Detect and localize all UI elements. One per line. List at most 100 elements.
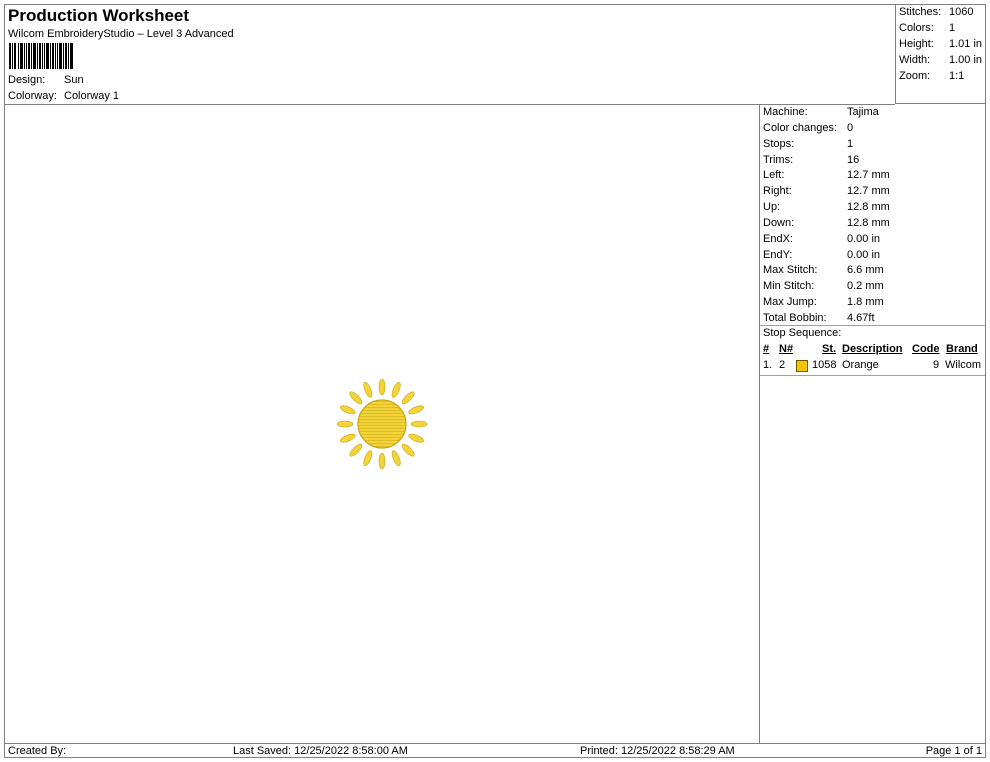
prop-endy: EndY: 0.00 in [763,249,880,261]
summary-value: 1060 [949,6,974,18]
col-header-description: Description [842,343,903,355]
prop-label: Stops: [763,138,795,150]
prop-value: 0.00 in [847,233,881,245]
sun-ray [408,405,424,415]
prop-value: 4.67ft [847,312,875,324]
design-preview [5,105,760,743]
summary-label: Height: [899,38,934,50]
prop-max-jump: Max Jump: 1.8 mm [763,296,884,308]
prop-value: 0 [847,122,854,134]
last-saved: Last Saved: 12/25/2022 8:58:00 AM [233,745,408,757]
col-header-number: # [763,343,770,355]
prop-label: Max Stitch: [763,264,818,276]
summary-value: 1 [949,22,956,34]
stop-row-description: Orange [842,359,879,371]
prop-value: 12.8 mm [847,217,890,229]
prop-machine: Machine: Tajima [763,106,879,118]
prop-label: Trims: [763,154,794,166]
printed-date: Printed: 12/25/2022 8:58:29 AM [580,745,735,757]
table-divider [760,375,985,376]
summary-row-colors: Colors: 1 [899,22,955,34]
worksheet-footer: Created By: Last Saved: 12/25/2022 8:58:… [5,743,985,759]
section-divider [760,325,985,326]
prop-value: 0.2 mm [847,280,884,292]
prop-value: Tajima [847,106,879,118]
prop-label: Down: [763,217,795,229]
worksheet-header: Production Worksheet Wilcom EmbroiderySt… [5,5,895,105]
barcode-icon [9,43,73,69]
page-title: Production Worksheet [8,6,190,25]
summary-value: 1.00 in [949,54,983,66]
sun-ray [401,391,415,405]
sun-ray [336,420,354,428]
sun-ray [410,420,428,428]
sun-design-icon [336,378,428,470]
sun-ray [401,443,415,457]
colorway-label: Colorway: [8,90,57,102]
prop-min-stitch: Min Stitch: 0.2 mm [763,280,884,292]
prop-label: Min Stitch: [763,280,815,292]
prop-label: Max Jump: [763,296,817,308]
stop-sequence-label: Stop Sequence: [763,327,842,339]
prop-color-changes: Color changes: 0 [763,122,853,134]
prop-trims: Trims: 16 [763,154,859,166]
sun-ray [340,405,356,415]
prop-up: Up: 12.8 mm [763,201,890,213]
stop-row-number: 1. [763,359,773,371]
sun-ray [378,452,386,470]
prop-total-bobbin: Total Bobbin: 4.67ft [763,312,875,324]
sun-ray [363,450,373,466]
colorway-row: Colorway: Colorway 1 [8,90,119,102]
prop-label: Left: [763,169,785,181]
prop-endx: EndX: 0.00 in [763,233,880,245]
design-row: Design: Sun [8,74,84,86]
prop-value: 12.7 mm [847,185,890,197]
prop-value: 1.8 mm [847,296,884,308]
col-header-needle: N# [779,343,794,355]
prop-value: 16 [847,154,860,166]
stop-row-brand: Wilcom [945,359,982,371]
software-name: Wilcom EmbroideryStudio – Level 3 Advanc… [8,28,234,40]
stop-row-code: 9 [933,359,940,371]
sun-ray [408,433,424,443]
properties-panel: Machine: Tajima Color changes: 0 Stops: 1 T… [760,105,985,743]
summary-row-height: Height: 1.01 in [899,38,982,50]
page-number: Page 1 of 1 [925,745,982,757]
prop-left: Left: 12.7 mm [763,169,890,181]
created-by: Created By: [8,745,67,757]
prop-label: Right: [763,185,792,197]
sun-ray [391,382,401,398]
sun-ray [349,391,363,405]
summary-value: 1.01 in [949,38,983,50]
summary-label: Zoom: [899,70,931,82]
summary-label: Colors: [899,22,934,34]
prop-value: 12.7 mm [847,169,890,181]
sun-ray [363,382,373,398]
sun-ray [340,433,356,443]
col-header-code: Code [912,343,940,355]
col-header-brand: Brand [946,343,978,355]
prop-label: EndY: [763,249,793,261]
prop-label: Up: [763,201,781,213]
colorway-value: Colorway 1 [64,90,120,102]
summary-row-stitches: Stitches: 1060 [899,6,973,18]
summary-row-width: Width: 1.00 in [899,54,982,66]
prop-label: Total Bobbin: [763,312,827,324]
design-label: Design: [8,74,46,86]
prop-right: Right: 12.7 mm [763,185,890,197]
prop-value: 1 [847,138,854,150]
sun-ray [378,378,386,396]
prop-label: Machine: [763,106,808,118]
prop-max-stitch: Max Stitch: 6.6 mm [763,264,884,276]
summary-label: Width: [899,54,931,66]
prop-label: Color changes: [763,122,837,134]
summary-row-zoom: Zoom: 1:1 [899,70,964,82]
prop-value: 6.6 mm [847,264,884,276]
sun-ray [349,443,363,457]
prop-value: 0.00 in [847,249,881,261]
stop-row-stitches: 1058 [812,359,837,371]
summary-label: Stitches: [899,6,942,18]
summary-value: 1:1 [949,70,965,82]
col-header-stitches: St. [822,343,837,355]
design-value: Sun [64,74,84,86]
